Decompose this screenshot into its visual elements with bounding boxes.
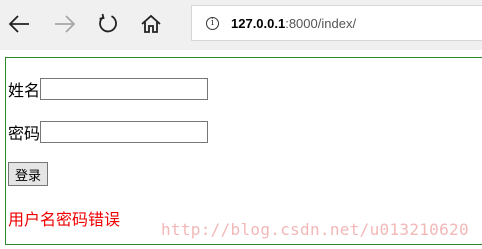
name-row: 姓名 <box>8 77 209 101</box>
password-row: 密码 <box>8 120 209 144</box>
error-message: 用户名密码错误 <box>8 210 121 229</box>
name-input[interactable] <box>40 78 209 100</box>
url-text: 127.0.0.1:8000/index/ <box>231 16 356 31</box>
watermark: http://blog.csdn.net/u013210620 <box>161 220 469 239</box>
forward-arrow-icon <box>55 15 76 33</box>
address-bar[interactable]: i 127.0.0.1:8000/index/ <box>191 5 482 41</box>
back-arrow-icon <box>8 15 29 33</box>
login-button[interactable]: 登录 <box>8 162 49 186</box>
password-input[interactable] <box>40 121 209 143</box>
refresh-icon <box>99 13 117 33</box>
name-label: 姓名 <box>8 81 41 100</box>
back-button[interactable] <box>4 9 34 39</box>
forward-button[interactable] <box>50 9 80 39</box>
refresh-button[interactable] <box>93 9 123 39</box>
login-form-container: 姓名 密码 登录 用户名密码错误 <box>5 57 482 245</box>
url-host: 127.0.0.1 <box>231 15 286 31</box>
password-label: 密码 <box>8 124 41 143</box>
home-button[interactable] <box>136 9 166 39</box>
home-icon <box>141 14 161 33</box>
url-path: :8000/index/ <box>285 15 357 31</box>
info-icon[interactable]: i <box>206 16 219 30</box>
browser-toolbar: i 127.0.0.1:8000/index/ <box>0 0 482 50</box>
